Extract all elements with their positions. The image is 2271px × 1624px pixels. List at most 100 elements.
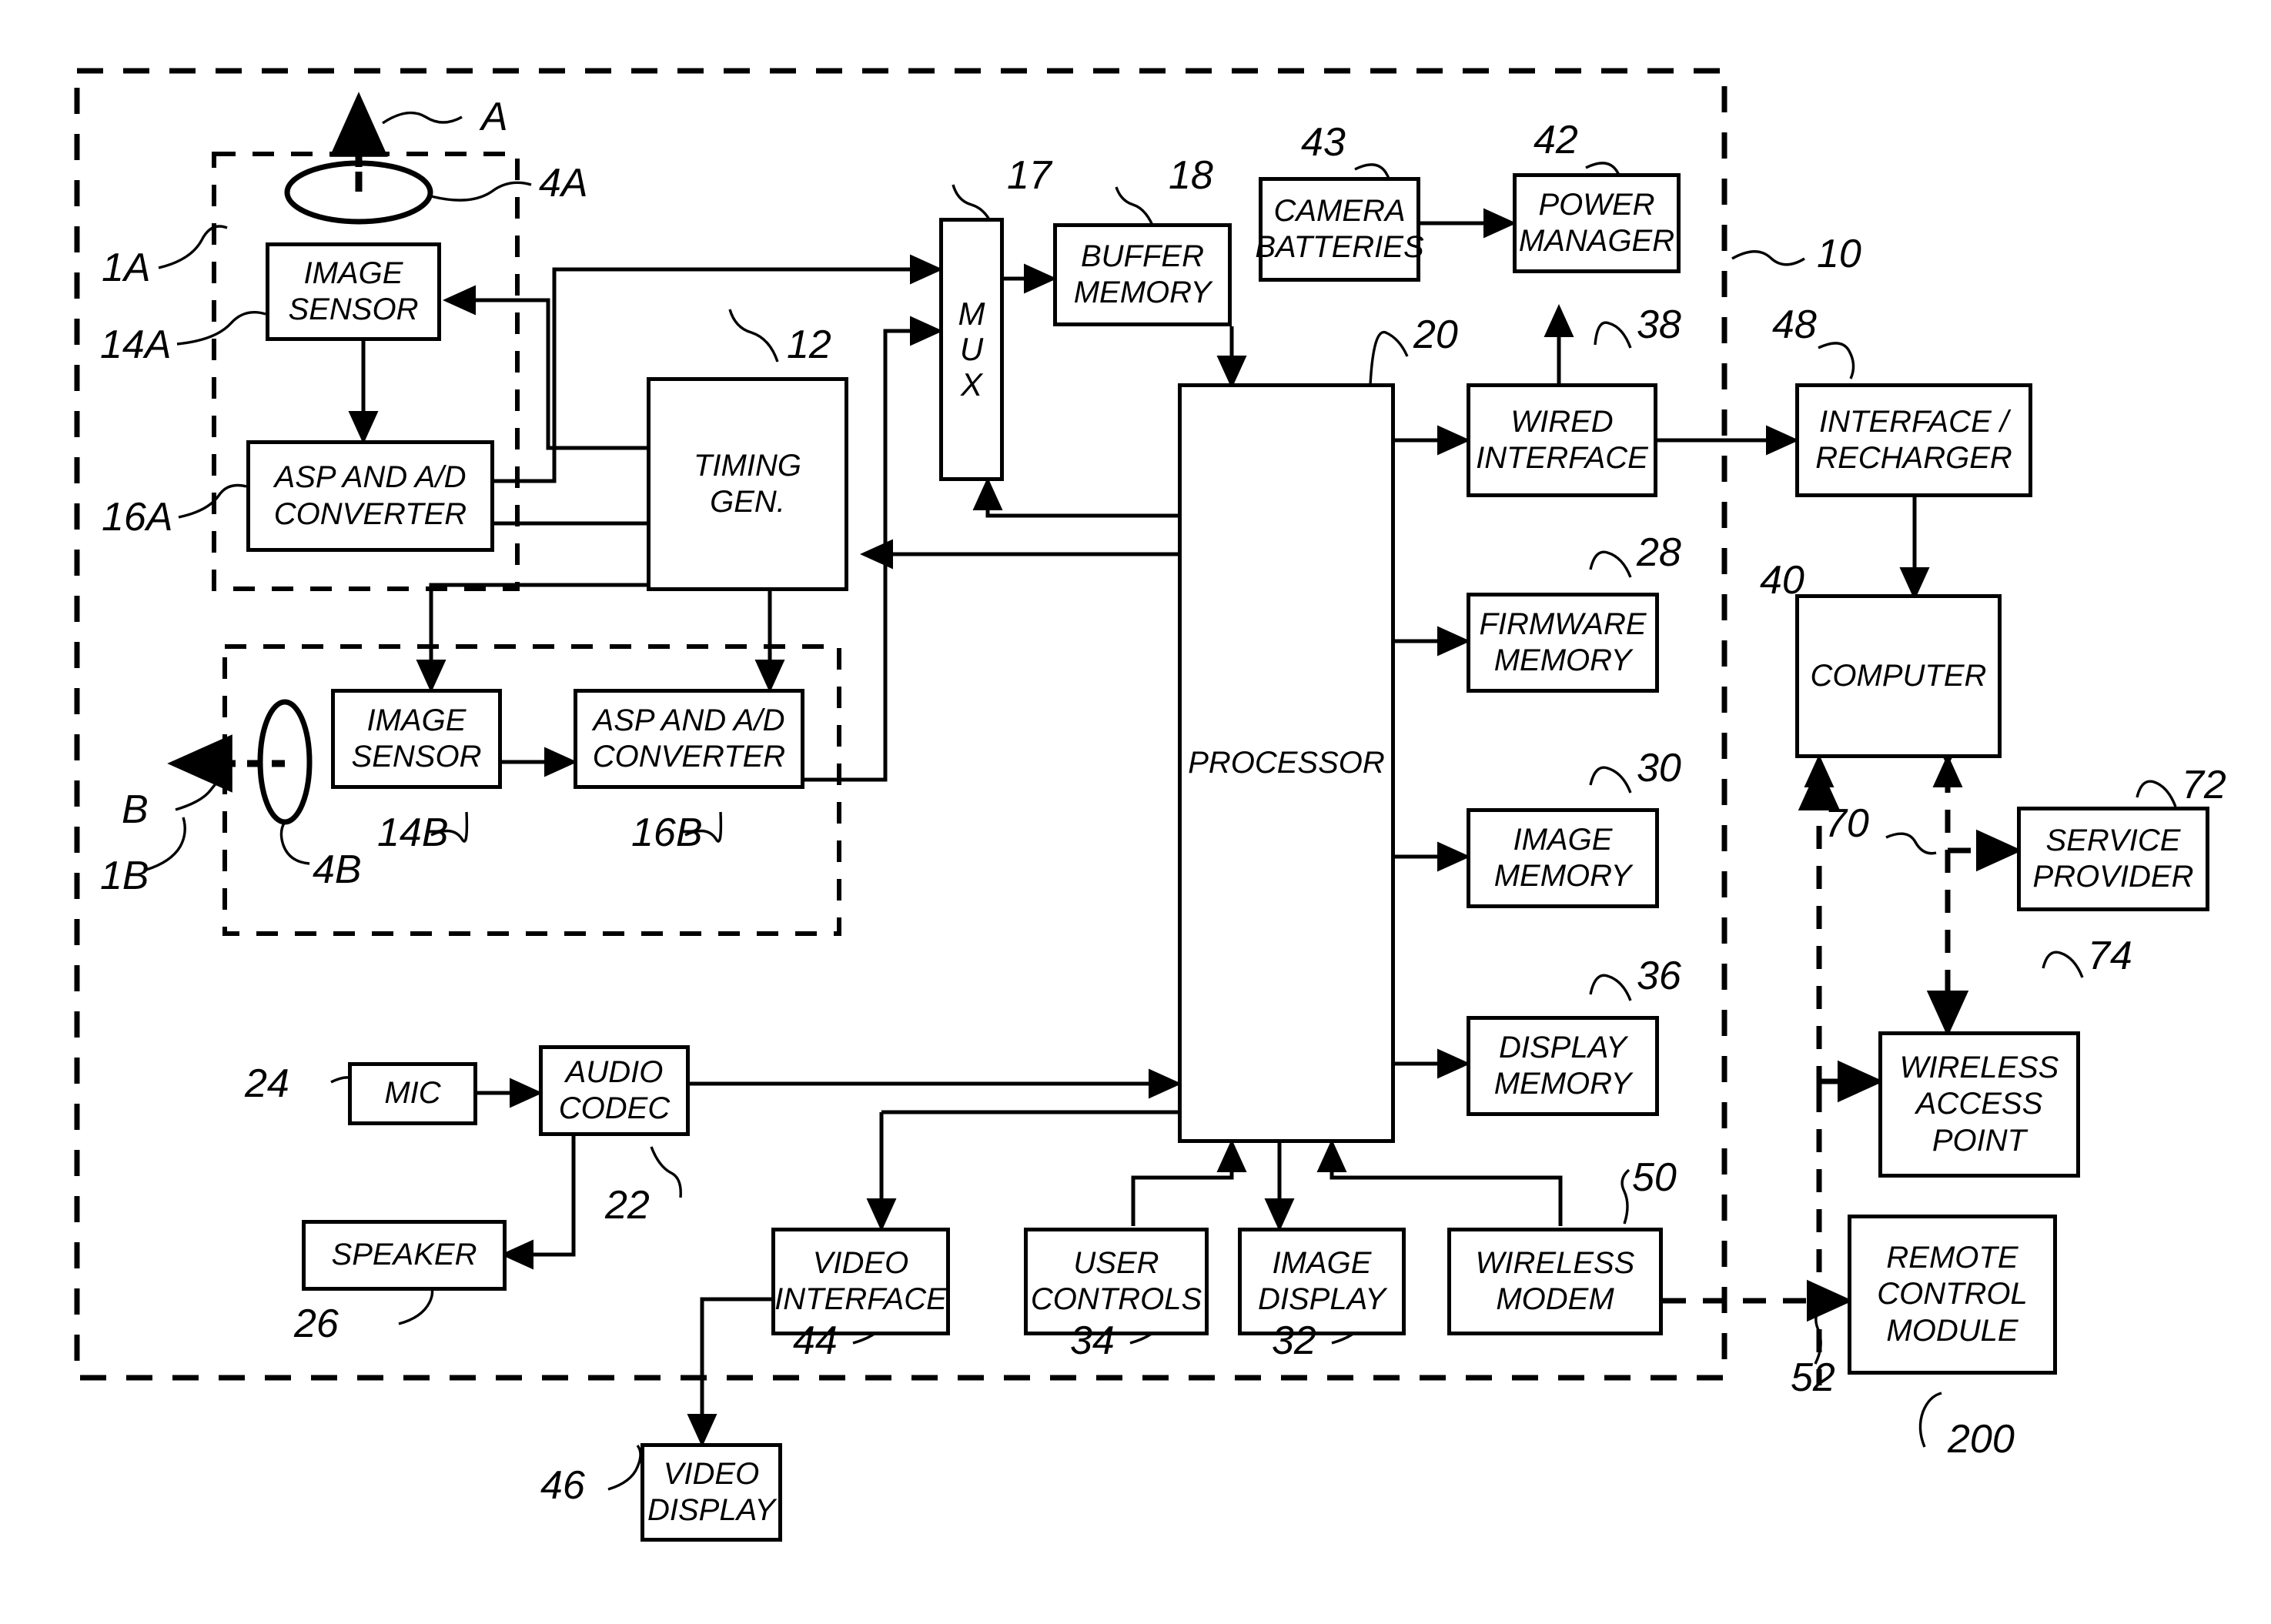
ref-remote-control-module: 200 [1948,1417,2015,1462]
ref-image-display: 32 [1272,1318,1316,1363]
block-service-provider[interactable]: SERVICE PROVIDER [2017,807,2209,911]
ref-optical-axis-b: B [122,787,149,832]
ref-lens-a: 4A [539,161,588,206]
block-label: WIRELESS MODEM [1475,1245,1635,1316]
block-image-sensor-b[interactable]: IMAGE SENSOR [331,689,502,789]
block-camera-batteries[interactable]: CAMERA BATTERIES [1255,177,1424,282]
block-remote-control-module[interactable]: REMOTE CONTROL MODULE [1848,1215,2057,1375]
ref-timing-gen: 12 [787,322,831,367]
ref-user-controls: 34 [1070,1318,1115,1363]
ref-buffer-memory: 18 [1169,153,1213,198]
leader-28 [1589,550,1632,578]
leader-10 [1731,250,1805,266]
ref-asp-ad-b: 16B [631,810,703,855]
ref-image-sensor-a: 14A [100,322,172,367]
block-label: TIMING GEN. [694,448,801,519]
ref-interface-recharger: 48 [1772,302,1817,347]
leader-1A [158,225,228,269]
ref-processor: 20 [1413,312,1458,357]
block-image-display[interactable]: IMAGE DISPLAY [1238,1228,1406,1335]
block-wireless-access-point[interactable]: WIRELESS ACCESS POINT [1878,1031,2080,1178]
block-label: COMPUTER [1810,658,1987,693]
block-image-sensor-a[interactable]: IMAGE SENSOR [266,242,441,341]
block-label: FIRMWARE MEMORY [1479,606,1647,677]
block-label: SERVICE PROVIDER [2032,823,2194,894]
block-mux[interactable]: M U X [939,218,1004,481]
block-label: VIDEO INTERFACE [774,1245,947,1316]
ref-lens-assembly-b: 1B [100,854,149,898]
leader-30 [1589,766,1632,794]
leader-70 [1885,832,1937,855]
leader-1B [145,817,186,871]
ref-camera-system: 10 [1817,232,1861,276]
wire-processor-to-mux [972,476,1178,518]
block-asp-ad-converter-a[interactable]: ASP AND A/D CONVERTER [246,440,494,552]
block-label: MIC [384,1076,441,1111]
leader-200 [1918,1392,1942,1448]
ref-network-link: 70 [1824,801,1869,846]
leader-74 [2042,951,2084,978]
wire-videoif-to-videodisplay [687,1297,771,1448]
leader-48 [1818,342,1855,379]
ref-power-manager: 42 [1534,118,1578,162]
block-label: IMAGE SENSOR [288,256,419,326]
block-video-display[interactable]: VIDEO DISPLAY [640,1443,782,1542]
leader-46 [607,1444,642,1491]
ref-camera-batteries: 43 [1301,120,1346,165]
block-firmware-memory[interactable]: FIRMWARE MEMORY [1467,593,1659,693]
wire-usercontrols-to-processor [1131,1138,1247,1226]
block-power-manager[interactable]: POWER MANAGER [1513,173,1681,273]
block-label: IMAGE DISPLAY [1258,1245,1386,1316]
wire-timing-to-sensorB [416,583,724,693]
block-label: POWER MANAGER [1518,187,1675,258]
leader-20 [1369,330,1409,386]
block-interface-recharger[interactable]: INTERFACE / RECHARGER [1795,383,2032,497]
ref-image-memory: 30 [1637,746,1681,790]
block-buffer-memory[interactable]: BUFFER MEMORY [1053,223,1232,326]
block-timing-gen[interactable]: TIMING GEN. [647,377,848,591]
ref-mux: 17 [1007,153,1052,198]
block-label: M U X [958,295,985,403]
ref-image-sensor-b: 14B [377,810,449,855]
ref-service-provider: 72 [2182,763,2226,807]
block-label: WIRED INTERFACE [1476,404,1648,475]
block-processor[interactable]: PROCESSOR [1178,383,1395,1143]
wire-modem-to-processor [1316,1138,1563,1226]
block-label: ASP AND A/D CONVERTER [273,460,467,531]
block-wireless-modem[interactable]: WIRELESS MODEM [1447,1228,1663,1335]
block-label: PROCESSOR [1188,745,1385,780]
block-label: REMOTE CONTROL MODULE [1877,1241,2028,1348]
block-asp-ad-converter-b[interactable]: ASP AND A/D CONVERTER [574,689,804,789]
block-display-memory[interactable]: DISPLAY MEMORY [1467,1016,1659,1116]
ref-remote-link: 52 [1791,1355,1835,1400]
block-computer[interactable]: COMPUTER [1795,594,2002,758]
block-speaker[interactable]: SPEAKER [302,1220,507,1291]
ref-mic: 24 [245,1061,289,1106]
ref-lens-assembly-a: 1A [102,246,151,290]
ref-speaker: 26 [294,1302,339,1346]
leader-36 [1589,974,1632,1001]
block-audio-codec[interactable]: AUDIO CODEC [539,1045,690,1136]
ref-wireless-modem: 50 [1632,1155,1677,1200]
block-wired-interface[interactable]: WIRED INTERFACE [1467,383,1657,497]
ref-wireless-access-point: 74 [2088,934,2132,978]
leader-4B [279,821,310,865]
block-label: INTERFACE / RECHARGER [1815,404,2012,475]
block-image-memory[interactable]: IMAGE MEMORY [1467,808,1659,908]
ref-audio-codec: 22 [605,1183,650,1228]
ref-asp-ad-a: 16A [102,495,173,540]
block-label: CAMERA BATTERIES [1255,193,1424,264]
block-mic[interactable]: MIC [348,1062,477,1125]
leader-14A [176,311,266,346]
block-label: IMAGE MEMORY [1493,822,1632,893]
block-label: VIDEO DISPLAY [647,1456,775,1527]
leader-50 [1620,1168,1631,1225]
ref-display-memory: 36 [1637,954,1681,998]
ref-computer: 40 [1760,558,1804,603]
ref-optical-axis-a: A [481,95,508,139]
block-label: IMAGE SENSOR [351,703,482,774]
ref-lens-b: 4B [313,847,362,892]
block-user-controls[interactable]: USER CONTROLS [1024,1228,1209,1335]
ref-wired-interface: 38 [1637,302,1681,347]
ref-firmware-memory: 28 [1637,530,1681,575]
